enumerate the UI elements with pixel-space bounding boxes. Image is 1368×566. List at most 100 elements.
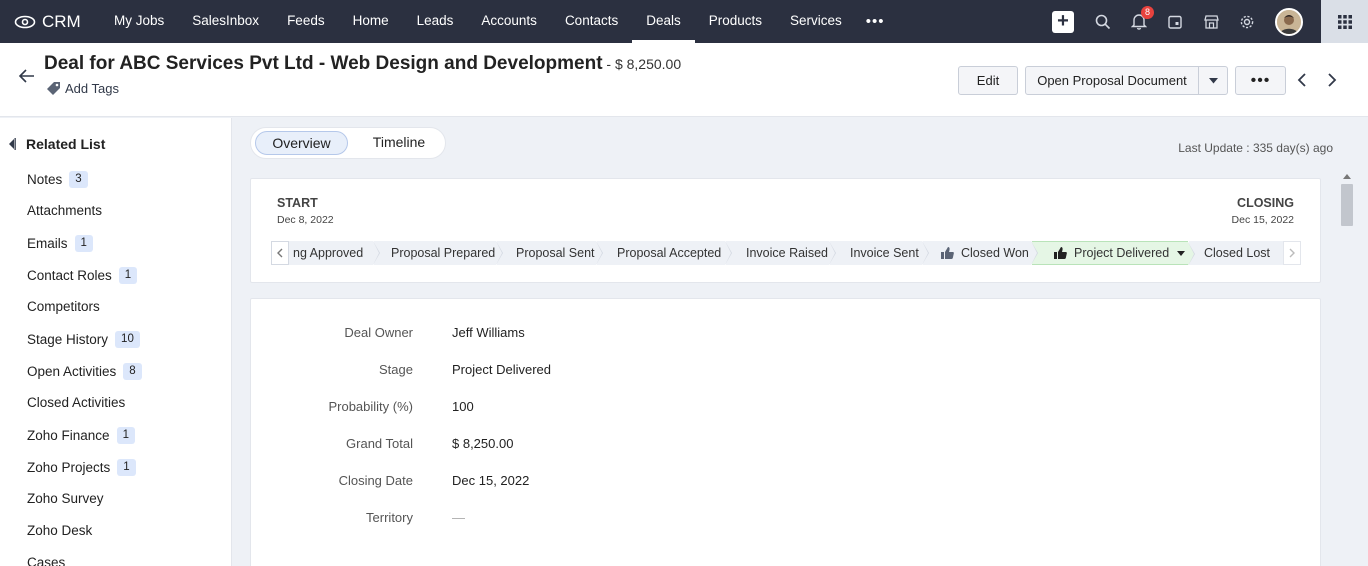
collapse-sidebar-icon — [9, 138, 16, 150]
nav-more-button[interactable]: ••• — [856, 13, 895, 30]
chevron-left-icon — [1297, 73, 1306, 87]
view-tabs: Overview Timeline — [250, 127, 446, 159]
field-value-territory[interactable]: — — [452, 510, 465, 525]
related-item-label: Cases — [27, 555, 66, 566]
add-tags-link[interactable]: Add Tags — [46, 81, 119, 96]
related-item-competitors[interactable]: Competitors — [27, 299, 100, 314]
nav-deals[interactable]: Deals — [632, 0, 695, 43]
stage-label: ng Approved — [293, 246, 364, 260]
count-badge: 10 — [115, 331, 140, 348]
related-item-cases[interactable]: Cases — [27, 555, 65, 566]
settings-button[interactable] — [1229, 0, 1265, 43]
nav-accounts[interactable]: Accounts — [467, 0, 551, 43]
nav-leads[interactable]: Leads — [403, 0, 468, 43]
field-label-probability: Probability (%) — [328, 399, 413, 414]
content-scrollbar[interactable] — [1340, 172, 1354, 566]
stage-closed-won[interactable]: Closed Won — [923, 241, 1038, 265]
stage-proposal-accepted[interactable]: Proposal Accepted — [597, 241, 732, 265]
stage-scroll-right-button[interactable] — [1283, 241, 1301, 265]
related-item-label: Closed Activities — [27, 395, 126, 410]
stage-label: Closed Lost — [1204, 246, 1271, 260]
main-nav: My Jobs SalesInbox Feeds Home Leads Acco… — [100, 0, 895, 43]
apps-grid-button[interactable] — [1321, 0, 1368, 43]
last-update-text: Last Update : 335 day(s) ago — [1178, 141, 1333, 155]
field-label-stage: Stage — [379, 362, 413, 377]
related-item-open-activities[interactable]: Open Activities 8 — [27, 363, 142, 380]
related-item-attachments[interactable]: Attachments — [27, 203, 102, 218]
caret-down-icon — [1177, 250, 1186, 256]
related-item-contact-roles[interactable]: Contact Roles 1 — [27, 267, 138, 284]
back-button[interactable] — [18, 67, 36, 90]
stage-project-delivered[interactable]: Project Delivered — [1032, 241, 1195, 265]
related-item-zoho-finance[interactable]: Zoho Finance 1 — [27, 427, 135, 444]
stage-invoice-raised[interactable]: Invoice Raised — [726, 241, 836, 265]
open-proposal-button[interactable]: Open Proposal Document — [1025, 66, 1199, 95]
stage-negotiation-approved[interactable]: ng Approved — [289, 241, 380, 265]
nav-contacts[interactable]: Contacts — [551, 0, 632, 43]
search-icon — [1095, 14, 1111, 29]
caret-down-icon — [1208, 77, 1218, 83]
related-item-emails[interactable]: Emails 1 — [27, 235, 93, 252]
top-nav: CRM My Jobs SalesInbox Feeds Home Leads … — [0, 0, 1368, 43]
next-record-button[interactable] — [1327, 71, 1337, 92]
stage-closed-lost[interactable]: Closed Lost — [1189, 241, 1284, 265]
nav-my-jobs[interactable]: My Jobs — [100, 0, 178, 43]
stage-label: Closed Won — [961, 246, 1029, 260]
stage-proposal-sent[interactable]: Proposal Sent — [497, 241, 603, 265]
add-tags-label: Add Tags — [65, 81, 119, 96]
related-item-label: Zoho Survey — [27, 491, 104, 506]
avatar[interactable] — [1275, 7, 1303, 36]
calendar-icon — [1168, 15, 1182, 29]
notifications-button[interactable]: 8 — [1121, 0, 1157, 43]
nav-home[interactable]: Home — [339, 0, 403, 43]
marketplace-icon — [1203, 14, 1219, 29]
field-value-deal-owner[interactable]: Jeff Williams — [452, 325, 525, 340]
notification-badge: 8 — [1141, 6, 1155, 19]
start-date: Dec 8, 2022 — [277, 214, 334, 226]
start-label: START — [277, 196, 318, 210]
tag-icon — [47, 82, 60, 95]
stage-proposal-prepared[interactable]: Proposal Prepared — [374, 241, 503, 265]
calendar-button[interactable] — [1157, 0, 1193, 43]
thumbs-up-icon — [941, 247, 954, 259]
scrollbar-thumb[interactable] — [1341, 184, 1353, 226]
related-item-zoho-desk[interactable]: Zoho Desk — [27, 523, 92, 538]
tab-overview[interactable]: Overview — [255, 131, 348, 155]
related-item-label: Zoho Desk — [27, 523, 93, 538]
stage-invoice-sent[interactable]: Invoice Sent — [830, 241, 929, 265]
nav-products[interactable]: Products — [695, 0, 776, 43]
tab-timeline[interactable]: Timeline — [359, 131, 439, 155]
related-list-sidebar: Related List Notes 3 Attachments Emails 1 … — [0, 118, 232, 566]
create-button[interactable]: + — [1045, 0, 1081, 43]
apps-grid-icon — [1337, 14, 1352, 29]
field-value-closing-date[interactable]: Dec 15, 2022 — [452, 473, 529, 488]
user-photo-icon — [1277, 9, 1301, 34]
previous-record-button[interactable] — [1297, 71, 1307, 92]
related-item-closed-activities[interactable]: Closed Activities — [27, 395, 125, 410]
related-item-zoho-projects[interactable]: Zoho Projects 1 — [27, 459, 136, 476]
related-item-notes[interactable]: Notes 3 — [27, 171, 88, 188]
nav-salesinbox[interactable]: SalesInbox — [178, 0, 273, 43]
marketplace-button[interactable] — [1193, 0, 1229, 43]
field-value-grand-total[interactable]: $ 8,250.00 — [452, 436, 513, 451]
field-value-probability[interactable]: 100 — [452, 399, 474, 414]
chevron-left-icon — [277, 248, 283, 258]
related-item-zoho-survey[interactable]: Zoho Survey — [27, 491, 104, 506]
count-badge: 3 — [69, 171, 88, 188]
field-label-deal-owner: Deal Owner — [344, 325, 413, 340]
stage-label: Proposal Prepared — [391, 246, 496, 260]
search-button[interactable] — [1085, 0, 1121, 43]
edit-button[interactable]: Edit — [958, 66, 1018, 95]
more-actions-button[interactable]: ••• — [1235, 66, 1286, 95]
related-item-label: Stage History — [27, 332, 109, 347]
nav-services[interactable]: Services — [776, 0, 856, 43]
related-item-label: Open Activities — [27, 364, 117, 379]
stage-scroll-left-button[interactable] — [271, 241, 289, 265]
proposal-dropdown-button[interactable] — [1198, 66, 1228, 95]
nav-feeds[interactable]: Feeds — [273, 0, 339, 43]
field-label-grand-total: Grand Total — [346, 436, 413, 451]
related-list-heading[interactable]: Related List — [8, 136, 105, 152]
field-value-stage[interactable]: Project Delivered — [452, 362, 551, 377]
related-item-stage-history[interactable]: Stage History 10 — [27, 331, 140, 348]
crm-logo[interactable]: CRM — [14, 12, 100, 32]
